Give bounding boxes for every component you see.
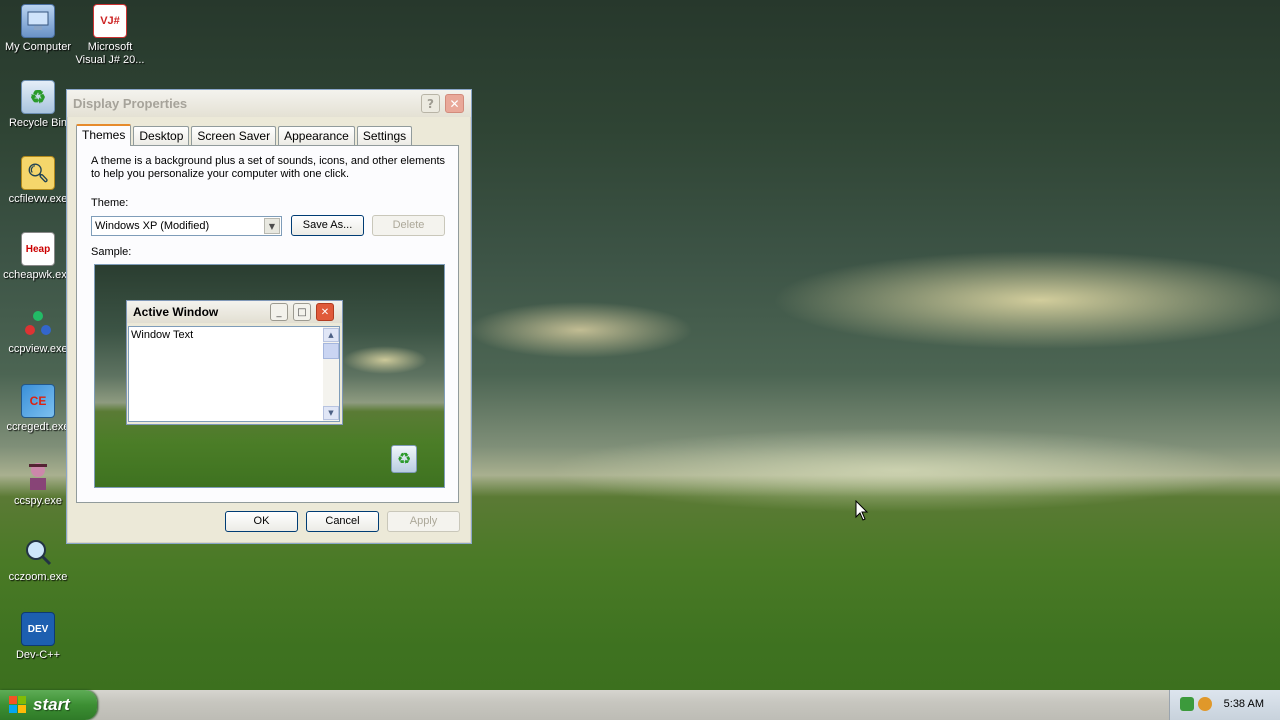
sample-scrollbar: ▲ ▼: [323, 327, 339, 421]
heap-icon: Heap: [21, 232, 55, 266]
taskbar: start 5:38 AM: [0, 690, 1280, 720]
sample-label: Sample:: [91, 246, 132, 258]
desktop-icon-label: ccspy.exe: [13, 495, 63, 507]
theme-select-value: Windows XP (Modified): [95, 220, 210, 232]
desktop-icon-label: ccheapwk.exe: [3, 269, 73, 281]
tab-desktop[interactable]: Desktop: [133, 126, 190, 145]
desktop-icon-ccspy[interactable]: ccspy.exe: [0, 460, 76, 508]
save-as-button[interactable]: Save As...: [291, 215, 364, 236]
desktop-icon-visual-j[interactable]: VJ# Microsoft Visual J# 20...: [72, 4, 148, 67]
chevron-down-icon[interactable]: ▼: [264, 218, 280, 234]
tab-settings[interactable]: Settings: [356, 126, 413, 145]
theme-label: Theme:: [91, 197, 129, 209]
start-label: start: [33, 695, 70, 714]
dialog-titlebar[interactable]: Display Properties ? ✕: [67, 90, 471, 117]
desktop-icon-label: ccpview.exe: [8, 343, 68, 355]
desktop-icon-recycle-bin[interactable]: ♻ Recycle Bin: [0, 80, 76, 130]
desktop-icon-ccpview[interactable]: ccpview.exe: [0, 308, 76, 356]
start-button[interactable]: start: [0, 690, 97, 720]
close-icon: ✕: [316, 303, 334, 321]
display-properties-dialog: Display Properties ? ✕ Themes Desktop Sc…: [66, 89, 472, 544]
scroll-down-icon: ▼: [323, 406, 339, 420]
tab-themes[interactable]: Themes: [76, 124, 132, 146]
sample-active-window: Active Window _ □ ✕ Window Text ▲ ▼: [126, 300, 343, 425]
sample-window-body: Window Text ▲ ▼: [128, 326, 340, 422]
process-icon: [22, 308, 54, 340]
tab-strip: Themes Desktop Screen Saver Appearance S…: [76, 124, 414, 146]
desktop-icon-label: cczoom.exe: [8, 571, 68, 583]
desktop-icon-ccregedt[interactable]: CE ccregedt.exe: [0, 384, 76, 434]
vj-icon: VJ#: [93, 4, 127, 38]
desktop-icon-label: ccregedt.exe: [6, 421, 70, 433]
desktop-icon-my-computer[interactable]: My Computer: [0, 4, 76, 54]
tab-appearance[interactable]: Appearance: [278, 126, 355, 145]
desktop-icon-dev-cpp[interactable]: DEV Dev-C++: [0, 612, 76, 662]
computer-icon: [21, 4, 55, 38]
sample-window-title: Active Window: [133, 305, 219, 319]
desktop-icon-ccheapwk[interactable]: Heap ccheapwk.exe: [0, 232, 76, 282]
mouse-cursor-icon: [855, 500, 869, 521]
tab-screen-saver[interactable]: Screen Saver: [191, 126, 277, 145]
help-button[interactable]: ?: [421, 94, 440, 113]
search-icon[interactable]: [1198, 697, 1212, 711]
network-icon[interactable]: [1180, 697, 1194, 711]
regedit-icon: CE: [21, 384, 55, 418]
desktop-icon-label: ccfilevw.exe: [8, 193, 68, 205]
ok-button[interactable]: OK: [225, 511, 298, 532]
sample-window-titlebar: Active Window _ □ ✕: [127, 301, 342, 323]
desktop-icon-label: Recycle Bin: [8, 117, 68, 129]
desktop-icon-cczoom[interactable]: cczoom.exe: [0, 536, 76, 584]
close-button[interactable]: ✕: [445, 94, 464, 113]
system-tray: 5:38 AM: [1169, 690, 1280, 720]
minimize-icon: _: [270, 303, 288, 321]
sample-recycle-bin-icon: ♻: [391, 445, 417, 473]
zoom-icon: [22, 536, 54, 568]
sample-window-text: Window Text: [131, 329, 194, 341]
theme-select[interactable]: Windows XP (Modified) ▼: [91, 216, 282, 236]
scroll-thumb: [323, 343, 339, 359]
theme-description: A theme is a background plus a set of so…: [91, 155, 446, 180]
dialog-title: Display Properties: [73, 96, 188, 111]
clock[interactable]: 5:38 AM: [1224, 698, 1264, 710]
desktop-icon-label: My Computer: [4, 41, 72, 53]
scroll-up-icon: ▲: [323, 328, 339, 342]
magnifier-icon: 🔍︎: [21, 156, 55, 190]
apply-button[interactable]: Apply: [387, 511, 460, 532]
delete-button[interactable]: Delete: [372, 215, 445, 236]
theme-sample-preview: Active Window _ □ ✕ Window Text ▲ ▼ ♻: [94, 264, 445, 488]
desktop-icon-label: Microsoft Visual J# 20...: [75, 41, 145, 66]
desktop-icon-label: Dev-C++: [15, 649, 61, 661]
recycle-bin-icon: ♻: [21, 80, 55, 114]
dev-icon: DEV: [21, 612, 55, 646]
windows-logo-icon: [9, 696, 26, 713]
cancel-button[interactable]: Cancel: [306, 511, 379, 532]
themes-panel: A theme is a background plus a set of so…: [76, 145, 459, 503]
spy-icon: [22, 460, 54, 492]
maximize-icon: □: [293, 303, 311, 321]
desktop-icon-ccfilevw[interactable]: 🔍︎ ccfilevw.exe: [0, 156, 76, 206]
